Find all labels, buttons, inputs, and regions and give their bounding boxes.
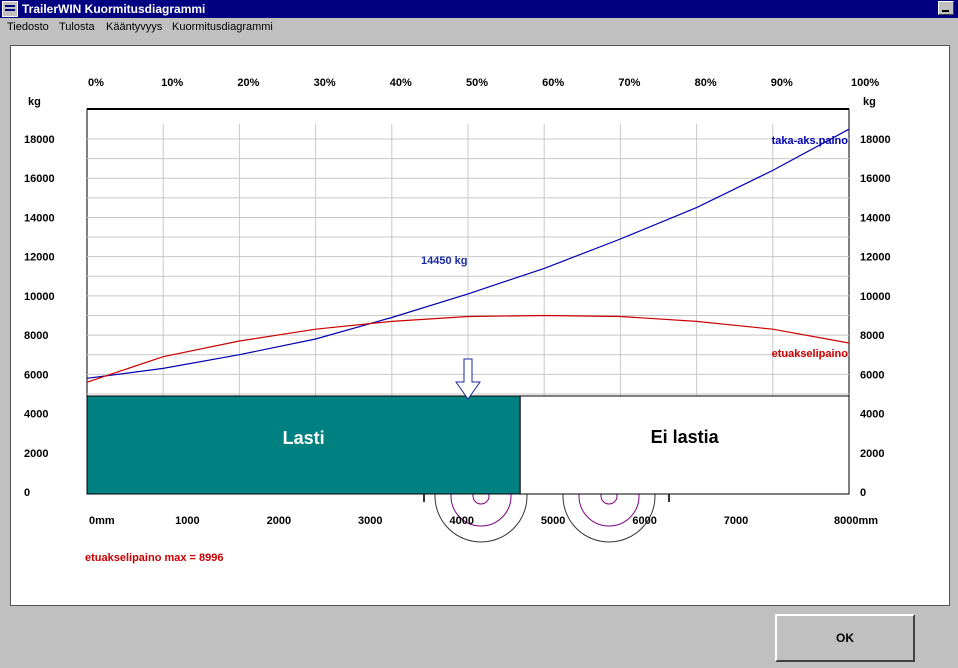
y-tick-left: 10000	[24, 291, 55, 303]
diagram-panel: Lasti Ei lastia 0 0 2000 2000 4000 4000 6000 6000…	[10, 45, 950, 606]
x-top-tick: 30%	[314, 77, 336, 89]
y-tick-left: 4000	[24, 409, 48, 421]
y-tick-left: 14000	[24, 212, 55, 224]
y-tick-right: 14000	[860, 212, 891, 224]
x-bottom-tick: 2000	[267, 515, 291, 527]
y-tick-left: 2000	[24, 448, 48, 460]
x-top-tick: 20%	[237, 77, 259, 89]
cargo-empty-label: Ei lastia	[651, 427, 720, 447]
x-top-tick: 10%	[161, 77, 183, 89]
x-top-tick: 100%	[851, 77, 879, 89]
x-bottom-tick: 7000	[724, 515, 748, 527]
x-top-tick: 70%	[618, 77, 640, 89]
load-diagram-chart: Lasti Ei lastia 0 0 2000 2000 4000 4000 6000 6000…	[24, 77, 891, 564]
x-bottom-tick: 5000	[541, 515, 565, 527]
menu-tulosta[interactable]: Tulosta	[59, 21, 95, 33]
y-tick-right: 10000	[860, 291, 891, 303]
x-top-tick: 80%	[695, 77, 717, 89]
x-bottom-tick: 0mm	[89, 515, 115, 527]
y-unit-right: kg	[863, 96, 876, 108]
ok-button[interactable]: OK	[775, 614, 915, 662]
window-title: TrailerWIN Kuormitusdiagrammi	[22, 2, 206, 16]
x-bottom-tick: 6000	[632, 515, 656, 527]
y-tick-right: 12000	[860, 252, 891, 264]
x-bottom-tick: 8000mm	[834, 515, 878, 527]
menu-kaantyvyys[interactable]: Kääntyvyys	[106, 21, 162, 33]
title-bar: TrailerWIN Kuormitusdiagrammi	[0, 0, 958, 18]
x-top-tick: 40%	[390, 77, 412, 89]
x-bottom-tick: 3000	[358, 515, 382, 527]
front-axle-max-label: etuakselipaino max = 8996	[85, 552, 224, 564]
y-tick-right: 2000	[860, 448, 884, 460]
y-tick-left: 12000	[24, 252, 55, 264]
y-tick-left: 8000	[24, 330, 48, 342]
cargo-loaded-label: Lasti	[283, 428, 325, 448]
y-tick-left: 18000	[24, 134, 55, 146]
x-top-tick: 50%	[466, 77, 488, 89]
menu-tiedosto[interactable]: Tiedosto	[7, 21, 49, 33]
minimize-button[interactable]	[938, 1, 954, 15]
x-top-tick: 60%	[542, 77, 564, 89]
x-bottom-tick: 1000	[175, 515, 199, 527]
series-label-front-axle: etuakselipaino	[772, 348, 849, 360]
app-icon[interactable]	[2, 1, 18, 17]
series-label-rear-axle: taka-aks.paino	[772, 135, 849, 147]
x-top-tick: 0%	[88, 77, 104, 89]
y-tick-right: 8000	[860, 330, 884, 342]
y-tick-left: 16000	[24, 173, 55, 185]
menu-bar: Tiedosto Tulosta Kääntyvyys Kuormitusdia…	[0, 18, 958, 37]
y-tick-right: 16000	[860, 173, 891, 185]
x-bottom-tick: 4000	[449, 515, 473, 527]
menu-kuormitusdiagrammi[interactable]: Kuormitusdiagrammi	[172, 21, 273, 33]
y-tick-left: 6000	[24, 369, 48, 381]
y-tick-right: 0	[860, 487, 866, 499]
x-top-tick: 90%	[771, 77, 793, 89]
point-value-label: 14450 kg	[421, 255, 467, 267]
y-tick-right: 18000	[860, 134, 891, 146]
y-unit-left: kg	[28, 96, 41, 108]
y-tick-right: 4000	[860, 409, 884, 421]
y-tick-left: 0	[24, 487, 30, 499]
y-tick-right: 6000	[860, 369, 884, 381]
